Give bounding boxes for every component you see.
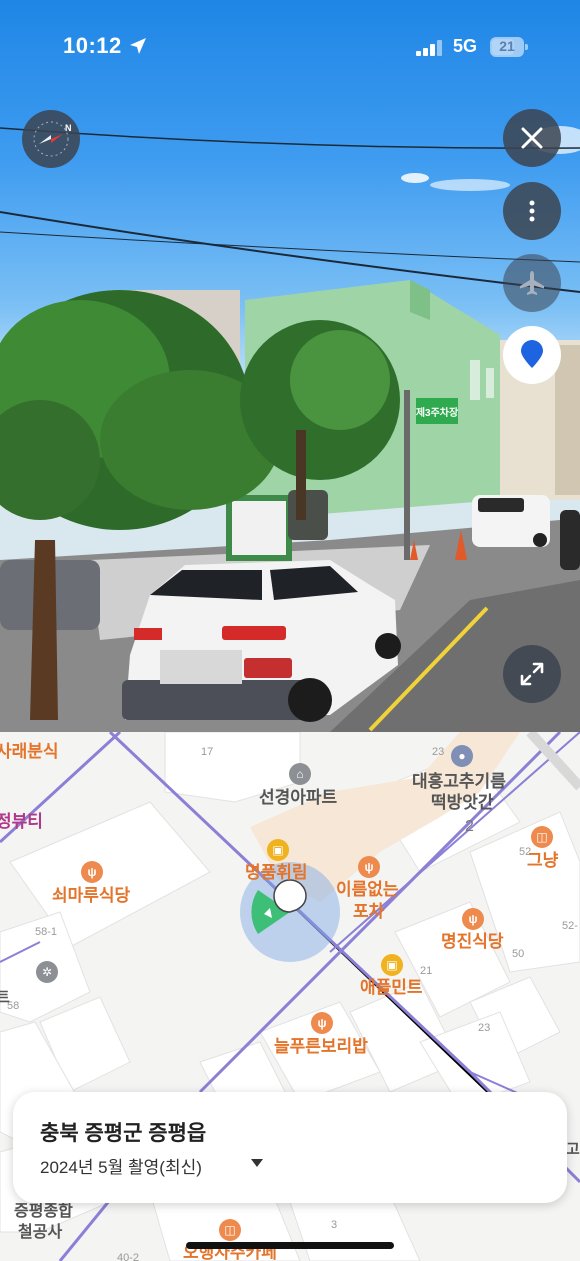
expand-button[interactable]	[503, 645, 561, 703]
location-arrow-icon	[130, 38, 146, 54]
capture-date-selector[interactable]: 2024년 5월 촬영(최신)	[40, 1153, 202, 1178]
poi-label[interactable]: 증평종합	[14, 1202, 73, 1222]
compass-button[interactable]: N	[22, 110, 80, 168]
poi-label[interactable]: 선경아파트	[259, 788, 337, 808]
restaurant-icon: ψ	[81, 861, 103, 883]
lot-number: 23	[478, 1022, 491, 1034]
restaurant-icon: ψ	[311, 1012, 333, 1034]
poi-label[interactable]: 쇠마루식당	[52, 886, 130, 906]
cafe-icon: ◫	[531, 826, 553, 848]
poi-label[interactable]: 정뷰티	[0, 812, 43, 832]
status-bar: 10:12 5G 21	[0, 0, 580, 92]
restaurant-icon: ψ	[358, 856, 380, 878]
poi-label[interactable]: 늘푸른보리밥	[274, 1037, 368, 1057]
apartment-icon: ⌂	[289, 763, 311, 785]
battery-level: 21	[499, 38, 515, 54]
region-title: 충북 증평군 증평읍	[40, 1122, 207, 1145]
location-info-card[interactable]: 충북 증평군 증평읍 2024년 5월 촬영(최신)	[13, 1092, 567, 1203]
poi-label[interactable]: 포차	[353, 902, 384, 922]
more-icon	[529, 200, 535, 222]
lot-number: 40-2	[117, 1252, 140, 1261]
lot-number: 58-1	[35, 926, 58, 938]
facility-icon: ✲	[36, 961, 58, 983]
svg-text:N: N	[65, 123, 72, 133]
airplane-icon	[520, 271, 544, 295]
home-indicator[interactable]	[186, 1242, 394, 1249]
more-options-button[interactable]	[503, 182, 561, 240]
poi-label[interactable]: 명품휘림	[245, 863, 308, 883]
close-icon	[521, 127, 543, 149]
battery-icon: 21	[490, 37, 528, 57]
shopping-icon: ▣	[267, 839, 289, 861]
poi-label[interactable]: 애플민트	[360, 978, 423, 998]
close-button[interactable]	[503, 109, 561, 167]
poi-label[interactable]: 철공사	[18, 1223, 62, 1243]
street-view-image: 제3주차장	[0, 126, 580, 732]
compass-icon: N	[33, 121, 72, 157]
lot-number: 52-	[562, 920, 578, 932]
poi-label[interactable]: 그냥	[527, 851, 558, 871]
poi-label[interactable]: 떡방앗간	[431, 793, 494, 813]
chevron-down-icon[interactable]	[251, 1159, 263, 1167]
poi-label[interactable]: 대흥고추기름	[412, 772, 506, 792]
status-time: 10:12	[63, 33, 122, 58]
poi-label[interactable]: 사래분식	[0, 742, 59, 762]
lot-number: 2	[465, 818, 474, 835]
parking-sign-text: 제3주차장	[416, 406, 459, 419]
poi-label[interactable]: 명진식당	[441, 932, 504, 952]
poi-label[interactable]: 고	[566, 1140, 580, 1160]
store-icon: ●	[451, 745, 473, 767]
network-type: 5G	[453, 36, 478, 56]
poi-label[interactable]: 이름없는	[336, 880, 399, 900]
restaurant-icon: ψ	[462, 908, 484, 930]
my-location-button[interactable]	[503, 326, 561, 384]
lot-number: 23	[432, 746, 445, 758]
poi-label[interactable]: 트	[0, 988, 10, 1008]
shopping-icon: ▣	[381, 954, 403, 976]
expand-icon	[520, 662, 544, 686]
signal-icon	[416, 40, 442, 56]
lot-number: 3	[331, 1219, 338, 1231]
cafe-icon: ◫	[219, 1219, 241, 1241]
location-pin-icon	[521, 340, 543, 368]
aerial-view-button[interactable]	[503, 254, 561, 312]
lot-number: 21	[420, 965, 433, 977]
lot-number: 50	[512, 948, 525, 960]
lot-number: 17	[201, 746, 214, 758]
street-view-panel[interactable]: 제3주차장 10:12 5G 21 N	[0, 0, 580, 732]
